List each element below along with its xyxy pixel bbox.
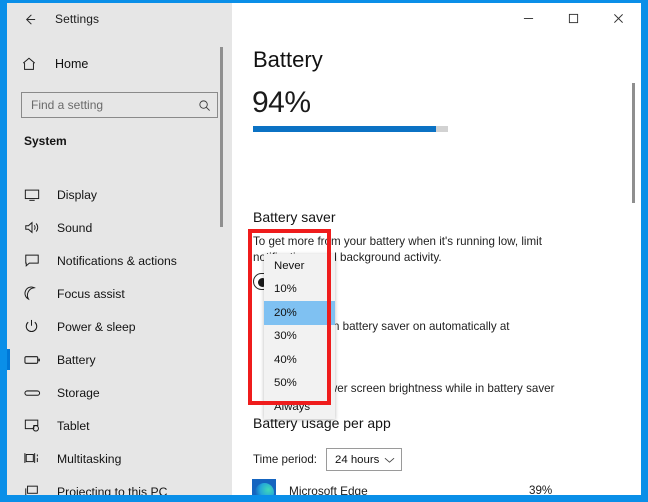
app-usage-row[interactable]: Microsoft Edge 39% <box>252 478 617 495</box>
sidebar-item-power-sleep[interactable]: Power & sleep <box>7 310 232 343</box>
battery-progress-fill <box>253 126 437 132</box>
sidebar-item-label: Projecting to this PC <box>57 484 168 496</box>
sidebar-item-label: Display <box>57 187 97 202</box>
maximize-icon[interactable] <box>551 3 596 33</box>
sidebar: Home System <box>7 35 232 495</box>
dropdown-option[interactable]: Always <box>264 395 335 419</box>
dropdown-list[interactable]: Never 10% 20% 30% 40% 50% Always <box>264 254 335 419</box>
sidebar-item-label: Multitasking <box>57 451 122 466</box>
battery-saver-heading: Battery saver <box>253 209 336 225</box>
main-scrollbar[interactable] <box>632 55 635 475</box>
sidebar-item-label: Battery <box>57 352 96 367</box>
title-bar-left: Settings <box>7 3 232 35</box>
monitor-icon <box>24 186 46 204</box>
battery-saver-threshold-dropdown[interactable]: Never 10% 20% 30% 40% 50% Always <box>248 229 335 419</box>
sidebar-item-display[interactable]: Display <box>7 178 232 211</box>
screen: Settings Home Find a setting System Disp… <box>0 0 648 502</box>
sidebar-scrollbar[interactable] <box>220 47 223 352</box>
multitasking-icon <box>24 450 46 468</box>
chevron-down-icon <box>384 456 395 464</box>
sidebar-item-label: Storage <box>57 385 100 400</box>
sidebar-item-label: Focus assist <box>57 286 125 301</box>
microsoft-edge-icon <box>252 478 276 495</box>
sidebar-item-tablet[interactable]: Tablet <box>7 409 232 442</box>
sidebar-scrollbar-thumb[interactable] <box>220 47 223 227</box>
sidebar-item-home-label: Home <box>55 57 89 71</box>
settings-window: Settings Home Find a setting System Disp… <box>7 3 641 495</box>
sidebar-item-notifications[interactable]: Notifications & actions <box>7 244 232 277</box>
brightness-label: Lower screen brightness while in battery… <box>316 382 555 395</box>
close-icon[interactable] <box>596 3 641 33</box>
storage-icon <box>24 384 46 402</box>
dropdown-option[interactable]: 50% <box>264 372 335 396</box>
main-scrollbar-thumb[interactable] <box>632 83 635 203</box>
battery-progress-bar <box>253 126 448 132</box>
sidebar-item-label: Tablet <box>57 418 90 433</box>
search-box[interactable] <box>21 92 218 118</box>
sidebar-item-sound[interactable]: Sound <box>7 211 232 244</box>
window-controls <box>232 3 641 35</box>
app-percent: 39% <box>529 484 553 495</box>
time-period-dropdown[interactable]: 24 hours <box>326 448 403 471</box>
tablet-icon <box>24 417 46 435</box>
time-period-row: Time period: 24 hours <box>253 448 403 471</box>
selection-indicator <box>7 349 10 370</box>
sidebar-item-home[interactable]: Home <box>7 45 232 83</box>
dropdown-option[interactable]: 30% <box>264 325 335 349</box>
dropdown-option[interactable]: Never <box>264 254 335 278</box>
sidebar-item-label: Power & sleep <box>57 319 136 334</box>
app-name: Microsoft Edge <box>289 483 368 496</box>
projecting-icon <box>24 483 46 495</box>
dropdown-option[interactable]: 10% <box>264 278 335 302</box>
search-input[interactable] <box>31 98 198 112</box>
moon-icon <box>24 285 46 303</box>
page-title: Battery <box>253 47 323 72</box>
notification-icon <box>24 252 46 270</box>
sidebar-item-battery[interactable]: Battery <box>7 343 232 376</box>
dropdown-option[interactable]: 20% <box>264 301 335 325</box>
back-arrow-icon[interactable] <box>7 3 51 35</box>
sidebar-group-title: System <box>24 134 67 148</box>
window-title: Settings <box>55 12 100 26</box>
home-icon <box>21 56 47 72</box>
auto-on-label: Turn battery saver on automatically at <box>316 320 510 333</box>
sidebar-item-projecting[interactable]: Projecting to this PC <box>7 475 232 495</box>
search-icon[interactable] <box>198 99 211 112</box>
battery-percent-text: 94% <box>252 86 311 119</box>
edge-swirl <box>255 482 274 495</box>
sidebar-item-label: Notifications & actions <box>57 253 177 268</box>
power-icon <box>24 318 46 336</box>
sidebar-item-multitasking[interactable]: Multitasking <box>7 442 232 475</box>
time-period-value: 24 hours <box>335 453 380 466</box>
speaker-icon <box>24 219 46 237</box>
minimize-icon[interactable] <box>506 3 551 33</box>
dropdown-option[interactable]: 40% <box>264 348 335 372</box>
time-period-label: Time period: <box>253 453 318 466</box>
battery-icon <box>24 351 46 369</box>
sidebar-item-label: Sound <box>57 220 93 235</box>
sidebar-item-storage[interactable]: Storage <box>7 376 232 409</box>
title-bar: Settings <box>7 3 641 35</box>
sidebar-nav-list: Display Sound Notifications & actions Fo… <box>7 178 232 495</box>
sidebar-item-focus-assist[interactable]: Focus assist <box>7 277 232 310</box>
